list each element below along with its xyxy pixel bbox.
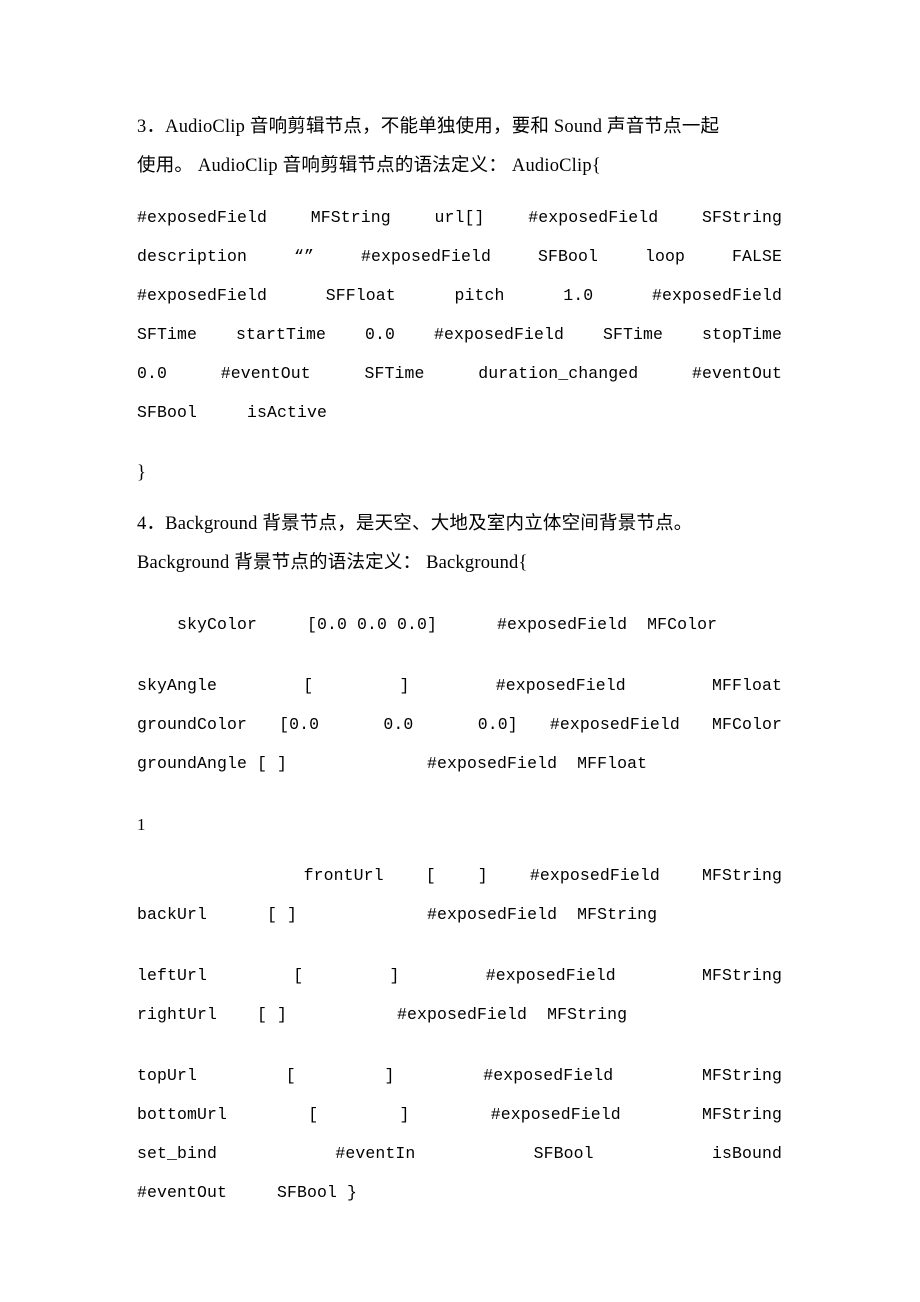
code-token: url[]	[434, 208, 485, 227]
code-token: SFString	[701, 208, 782, 227]
audioclip-closing-brace: }	[137, 463, 147, 483]
code-token: SFTime	[137, 325, 198, 344]
code-line: topUrl [ ] #exposedField MFString	[137, 1056, 782, 1095]
code-token: MFString	[701, 1066, 782, 1085]
code-token: groundColor	[137, 715, 248, 734]
code-token: frontUrl	[137, 866, 384, 885]
code-token: bottomUrl	[137, 1105, 228, 1124]
code-token: set_bind	[137, 1144, 218, 1163]
background-paragraph-line-1: 4．Background 背景节点，是天空、大地及室内立体空间背景节点。	[137, 514, 693, 534]
code-token: [0.0 0.0 0.0]	[279, 715, 518, 734]
code-line: set_bind #eventIn SFBool isBound	[137, 1134, 782, 1173]
background-code-group-4: leftUrl [ ] #exposedField MFString right…	[137, 956, 782, 1034]
code-line: #exposedField MFString url[] #exposedFie…	[137, 198, 782, 237]
code-token: #exposedField	[485, 966, 616, 985]
code-line: #eventOut SFBool }	[137, 1183, 358, 1202]
background-code-group-1: skyColor [0.0 0.0 0.0] #exposedField MFC…	[137, 605, 782, 644]
code-line: bottomUrl [ ] #exposedField MFString	[137, 1095, 782, 1134]
code-line: frontUrl [ ] #exposedField MFString	[137, 856, 782, 895]
code-token: MFString	[310, 208, 391, 227]
code-token: #exposedField	[361, 247, 492, 266]
code-token: [ ]	[303, 676, 410, 695]
code-line: SFBool isActive	[137, 403, 328, 422]
code-token: SFTime	[603, 325, 664, 344]
code-token: #exposedField	[137, 208, 268, 227]
code-line: SFTime startTime 0.0 #exposedField SFTim…	[137, 315, 782, 354]
code-line: description “” #exposedField SFBool loop…	[137, 237, 782, 276]
background-paragraph-line-2: Background 背景节点的语法定义： Background{	[137, 553, 528, 573]
code-token: [ ]	[308, 1105, 410, 1124]
code-token: #exposedField	[137, 286, 268, 305]
page-number: 1	[137, 815, 146, 834]
code-token: #exposedField	[528, 208, 659, 227]
document-content: 3．AudioClip 音响剪辑节点，不能单独使用，要和 Sound 声音节点一…	[137, 108, 782, 1212]
audioclip-code-block: #exposedField MFString url[] #exposedFie…	[137, 198, 782, 432]
code-token: #eventOut	[692, 364, 783, 383]
code-token: stopTime	[702, 325, 783, 344]
code-token: MFColor	[712, 715, 783, 734]
background-code-group-3: frontUrl [ ] #exposedField MFString back…	[137, 856, 782, 934]
background-code-group-5: topUrl [ ] #exposedField MFString bottom…	[137, 1056, 782, 1212]
code-token: [ ]	[285, 1066, 395, 1085]
audioclip-paragraph-line-2: 使用。 AudioClip 音响剪辑节点的语法定义： AudioClip{	[137, 156, 601, 176]
code-token: #eventOut	[220, 364, 311, 383]
code-line: groundAngle [ ] #exposedField MFFloat	[137, 754, 648, 773]
code-token: topUrl	[137, 1066, 198, 1085]
code-line: backUrl [ ] #exposedField MFString	[137, 905, 658, 924]
code-token: #exposedField	[490, 1105, 621, 1124]
code-token: 0.0	[137, 364, 168, 383]
code-token: pitch	[454, 286, 505, 305]
code-token: 0.0	[365, 325, 396, 344]
code-token: skyAngle	[137, 676, 218, 695]
code-token: [ ]	[293, 966, 400, 985]
code-token: startTime	[236, 325, 327, 344]
code-line: skyAngle [ ] #exposedField MFFloat	[137, 666, 782, 705]
code-token: leftUrl	[137, 966, 208, 985]
code-token: #exposedField	[495, 676, 626, 695]
code-token: MFString	[702, 866, 783, 885]
code-line: rightUrl [ ] #exposedField MFString	[137, 1005, 628, 1024]
code-token: #eventIn	[335, 1144, 416, 1163]
code-token: #exposedField	[549, 715, 680, 734]
code-token: SFFloat	[325, 286, 396, 305]
code-token: SFBool	[533, 1144, 594, 1163]
audioclip-paragraph-line-1: 3．AudioClip 音响剪辑节点，不能单独使用，要和 Sound 声音节点一…	[137, 117, 720, 137]
code-token: FALSE	[732, 247, 783, 266]
code-token: #exposedField	[529, 866, 660, 885]
code-token: SFBool	[538, 247, 599, 266]
code-token: MFFloat	[711, 676, 782, 695]
background-code-group-2: skyAngle [ ] #exposedField MFFloat groun…	[137, 666, 782, 783]
code-line: skyColor [0.0 0.0 0.0] #exposedField MFC…	[137, 615, 718, 634]
code-token: #exposedField	[483, 1066, 614, 1085]
code-line: 0.0 #eventOut SFTime duration_changed #e…	[137, 354, 782, 393]
code-token: #exposedField	[651, 286, 782, 305]
code-line: leftUrl [ ] #exposedField MFString	[137, 956, 782, 995]
code-token: 1.0	[563, 286, 594, 305]
code-token: MFString	[701, 966, 782, 985]
code-token: #exposedField	[434, 325, 565, 344]
code-token: isBound	[711, 1144, 782, 1163]
code-token: SFTime	[364, 364, 425, 383]
code-token: “”	[294, 247, 315, 266]
code-token: [ ]	[425, 866, 488, 885]
code-token: description	[137, 247, 248, 266]
code-token: duration_changed	[478, 364, 639, 383]
document-page: 3．AudioClip 音响剪辑节点，不能单独使用，要和 Sound 声音节点一…	[0, 0, 920, 1302]
code-token: MFString	[701, 1105, 782, 1124]
code-line: groundColor [0.0 0.0 0.0] #exposedField …	[137, 705, 782, 744]
code-line: #exposedField SFFloat pitch 1.0 #exposed…	[137, 276, 782, 315]
code-token: loop	[645, 247, 686, 266]
